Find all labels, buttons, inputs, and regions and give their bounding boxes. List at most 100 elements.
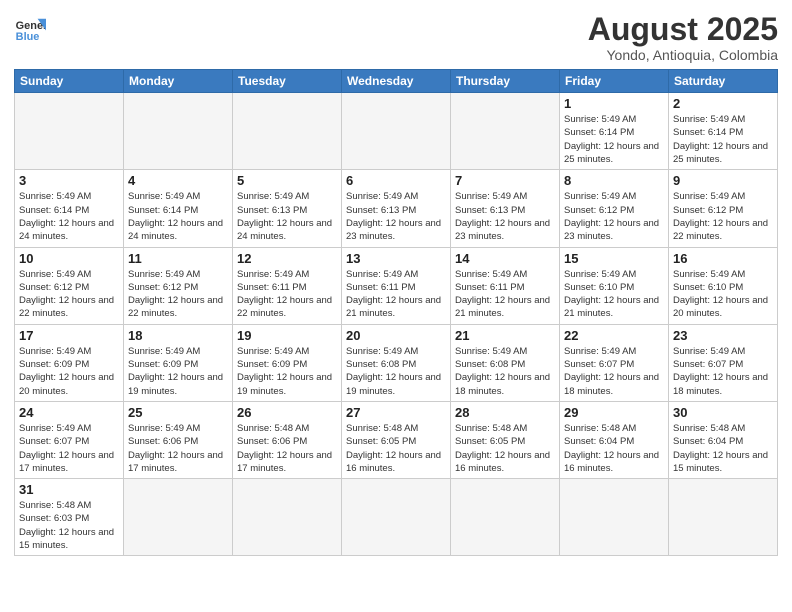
week-row-2: 10 Sunrise: 5:49 AM Sunset: 6:12 PM Dayli… bbox=[15, 247, 778, 324]
cell-day-number: 20 bbox=[346, 328, 446, 343]
calendar-cell: 27Sunrise: 5:48 AM Sunset: 6:05 PM Dayli… bbox=[342, 401, 451, 478]
cell-day-number: 7 bbox=[455, 173, 555, 188]
cell-sun-info: Sunrise: 5:49 AM Sunset: 6:08 PM Dayligh… bbox=[455, 345, 555, 398]
calendar-cell: 16Sunrise: 5:49 AM Sunset: 6:10 PM Dayli… bbox=[669, 247, 778, 324]
cell-day-number: 5 bbox=[237, 173, 337, 188]
calendar-cell: 3 Sunrise: 5:49 AM Sunset: 6:14 PM Daylig… bbox=[15, 170, 124, 247]
cell-day-number: 6 bbox=[346, 173, 446, 188]
calendar-cell: 14 Sunrise: 5:49 AM Sunset: 6:11 PM Dayli… bbox=[451, 247, 560, 324]
cell-day-number: 2 bbox=[673, 96, 773, 111]
cell-sun-info: Sunrise: 5:49 AM Sunset: 6:13 PM Dayligh… bbox=[237, 190, 337, 243]
cell-sun-info: Sunrise: 5:49 AM Sunset: 6:14 PM Dayligh… bbox=[19, 190, 119, 243]
cell-day-number: 24 bbox=[19, 405, 119, 420]
calendar-cell: 4Sunrise: 5:49 AM Sunset: 6:14 PM Daylig… bbox=[124, 170, 233, 247]
calendar-cell bbox=[342, 93, 451, 170]
calendar-subtitle: Yondo, Antioquia, Colombia bbox=[588, 47, 778, 63]
cell-sun-info: Sunrise: 5:49 AM Sunset: 6:14 PM Dayligh… bbox=[564, 113, 664, 166]
cell-day-number: 1 bbox=[564, 96, 664, 111]
calendar-cell bbox=[15, 93, 124, 170]
cell-sun-info: Sunrise: 5:49 AM Sunset: 6:12 PM Dayligh… bbox=[673, 190, 773, 243]
cell-sun-info: Sunrise: 5:49 AM Sunset: 6:12 PM Dayligh… bbox=[19, 268, 119, 321]
cell-sun-info: Sunrise: 5:49 AM Sunset: 6:09 PM Dayligh… bbox=[237, 345, 337, 398]
calendar-cell: 26 Sunrise: 5:48 AM Sunset: 6:06 PM Dayli… bbox=[233, 401, 342, 478]
calendar-cell bbox=[124, 93, 233, 170]
calendar-cell: 24 Sunrise: 5:49 AM Sunset: 6:07 PM Dayli… bbox=[15, 401, 124, 478]
cell-day-number: 9 bbox=[673, 173, 773, 188]
cell-sun-info: Sunrise: 5:48 AM Sunset: 6:06 PM Dayligh… bbox=[237, 422, 337, 475]
calendar-cell: 28 Sunrise: 5:48 AM Sunset: 6:05 PM Dayli… bbox=[451, 401, 560, 478]
calendar-cell: 30Sunrise: 5:48 AM Sunset: 6:04 PM Dayli… bbox=[669, 401, 778, 478]
weekday-header-friday: Friday bbox=[560, 70, 669, 93]
cell-sun-info: Sunrise: 5:49 AM Sunset: 6:11 PM Dayligh… bbox=[237, 268, 337, 321]
cell-sun-info: Sunrise: 5:48 AM Sunset: 6:03 PM Dayligh… bbox=[19, 499, 119, 552]
calendar-cell: 5 Sunrise: 5:49 AM Sunset: 6:13 PM Daylig… bbox=[233, 170, 342, 247]
cell-day-number: 12 bbox=[237, 251, 337, 266]
cell-day-number: 27 bbox=[346, 405, 446, 420]
weekday-header-monday: Monday bbox=[124, 70, 233, 93]
cell-day-number: 26 bbox=[237, 405, 337, 420]
calendar-cell bbox=[669, 479, 778, 556]
calendar-cell: 7 Sunrise: 5:49 AM Sunset: 6:13 PM Daylig… bbox=[451, 170, 560, 247]
calendar-cell: 13Sunrise: 5:49 AM Sunset: 6:11 PM Dayli… bbox=[342, 247, 451, 324]
cell-sun-info: Sunrise: 5:49 AM Sunset: 6:13 PM Dayligh… bbox=[346, 190, 446, 243]
calendar-cell: 22 Sunrise: 5:49 AM Sunset: 6:07 PM Dayli… bbox=[560, 324, 669, 401]
week-row-4: 24 Sunrise: 5:49 AM Sunset: 6:07 PM Dayli… bbox=[15, 401, 778, 478]
calendar-cell: 19 Sunrise: 5:49 AM Sunset: 6:09 PM Dayli… bbox=[233, 324, 342, 401]
week-row-0: 1 Sunrise: 5:49 AM Sunset: 6:14 PM Daylig… bbox=[15, 93, 778, 170]
calendar-table: SundayMondayTuesdayWednesdayThursdayFrid… bbox=[14, 69, 778, 556]
cell-day-number: 23 bbox=[673, 328, 773, 343]
calendar-cell: 21 Sunrise: 5:49 AM Sunset: 6:08 PM Dayli… bbox=[451, 324, 560, 401]
cell-sun-info: Sunrise: 5:49 AM Sunset: 6:07 PM Dayligh… bbox=[564, 345, 664, 398]
cell-sun-info: Sunrise: 5:48 AM Sunset: 6:04 PM Dayligh… bbox=[673, 422, 773, 475]
cell-sun-info: Sunrise: 5:49 AM Sunset: 6:09 PM Dayligh… bbox=[128, 345, 228, 398]
calendar-cell bbox=[560, 479, 669, 556]
calendar-cell bbox=[451, 479, 560, 556]
cell-day-number: 18 bbox=[128, 328, 228, 343]
cell-day-number: 3 bbox=[19, 173, 119, 188]
weekday-header-saturday: Saturday bbox=[669, 70, 778, 93]
svg-text:Blue: Blue bbox=[16, 31, 40, 43]
week-row-3: 17 Sunrise: 5:49 AM Sunset: 6:09 PM Dayli… bbox=[15, 324, 778, 401]
cell-day-number: 17 bbox=[19, 328, 119, 343]
calendar-cell: 8Sunrise: 5:49 AM Sunset: 6:12 PM Daylig… bbox=[560, 170, 669, 247]
cell-sun-info: Sunrise: 5:49 AM Sunset: 6:10 PM Dayligh… bbox=[673, 268, 773, 321]
calendar-cell: 20Sunrise: 5:49 AM Sunset: 6:08 PM Dayli… bbox=[342, 324, 451, 401]
cell-day-number: 21 bbox=[455, 328, 555, 343]
cell-day-number: 25 bbox=[128, 405, 228, 420]
cell-day-number: 8 bbox=[564, 173, 664, 188]
cell-sun-info: Sunrise: 5:49 AM Sunset: 6:07 PM Dayligh… bbox=[19, 422, 119, 475]
calendar-cell: 6 Sunrise: 5:49 AM Sunset: 6:13 PM Daylig… bbox=[342, 170, 451, 247]
cell-sun-info: Sunrise: 5:49 AM Sunset: 6:14 PM Dayligh… bbox=[673, 113, 773, 166]
cell-sun-info: Sunrise: 5:49 AM Sunset: 6:11 PM Dayligh… bbox=[455, 268, 555, 321]
cell-day-number: 29 bbox=[564, 405, 664, 420]
calendar-cell: 25Sunrise: 5:49 AM Sunset: 6:06 PM Dayli… bbox=[124, 401, 233, 478]
cell-sun-info: Sunrise: 5:49 AM Sunset: 6:07 PM Dayligh… bbox=[673, 345, 773, 398]
cell-day-number: 10 bbox=[19, 251, 119, 266]
calendar-cell: 29Sunrise: 5:48 AM Sunset: 6:04 PM Dayli… bbox=[560, 401, 669, 478]
header: General Blue August 2025 Yondo, Antioqui… bbox=[14, 12, 778, 63]
page: General Blue August 2025 Yondo, Antioqui… bbox=[0, 0, 792, 612]
cell-day-number: 22 bbox=[564, 328, 664, 343]
logo: General Blue bbox=[14, 12, 46, 44]
cell-day-number: 28 bbox=[455, 405, 555, 420]
calendar-cell: 1 Sunrise: 5:49 AM Sunset: 6:14 PM Daylig… bbox=[560, 93, 669, 170]
cell-sun-info: Sunrise: 5:48 AM Sunset: 6:05 PM Dayligh… bbox=[455, 422, 555, 475]
calendar-cell bbox=[233, 479, 342, 556]
weekday-header-row: SundayMondayTuesdayWednesdayThursdayFrid… bbox=[15, 70, 778, 93]
cell-day-number: 14 bbox=[455, 251, 555, 266]
cell-day-number: 31 bbox=[19, 482, 119, 497]
calendar-cell: 15Sunrise: 5:49 AM Sunset: 6:10 PM Dayli… bbox=[560, 247, 669, 324]
cell-day-number: 4 bbox=[128, 173, 228, 188]
cell-sun-info: Sunrise: 5:49 AM Sunset: 6:09 PM Dayligh… bbox=[19, 345, 119, 398]
cell-sun-info: Sunrise: 5:49 AM Sunset: 6:12 PM Dayligh… bbox=[128, 268, 228, 321]
calendar-cell: 9 Sunrise: 5:49 AM Sunset: 6:12 PM Daylig… bbox=[669, 170, 778, 247]
calendar-cell: 12 Sunrise: 5:49 AM Sunset: 6:11 PM Dayli… bbox=[233, 247, 342, 324]
cell-day-number: 19 bbox=[237, 328, 337, 343]
week-row-5: 31 Sunrise: 5:48 AM Sunset: 6:03 PM Dayli… bbox=[15, 479, 778, 556]
calendar-title: August 2025 bbox=[588, 12, 778, 47]
calendar-cell bbox=[342, 479, 451, 556]
cell-sun-info: Sunrise: 5:49 AM Sunset: 6:13 PM Dayligh… bbox=[455, 190, 555, 243]
cell-day-number: 13 bbox=[346, 251, 446, 266]
calendar-cell bbox=[233, 93, 342, 170]
weekday-header-wednesday: Wednesday bbox=[342, 70, 451, 93]
